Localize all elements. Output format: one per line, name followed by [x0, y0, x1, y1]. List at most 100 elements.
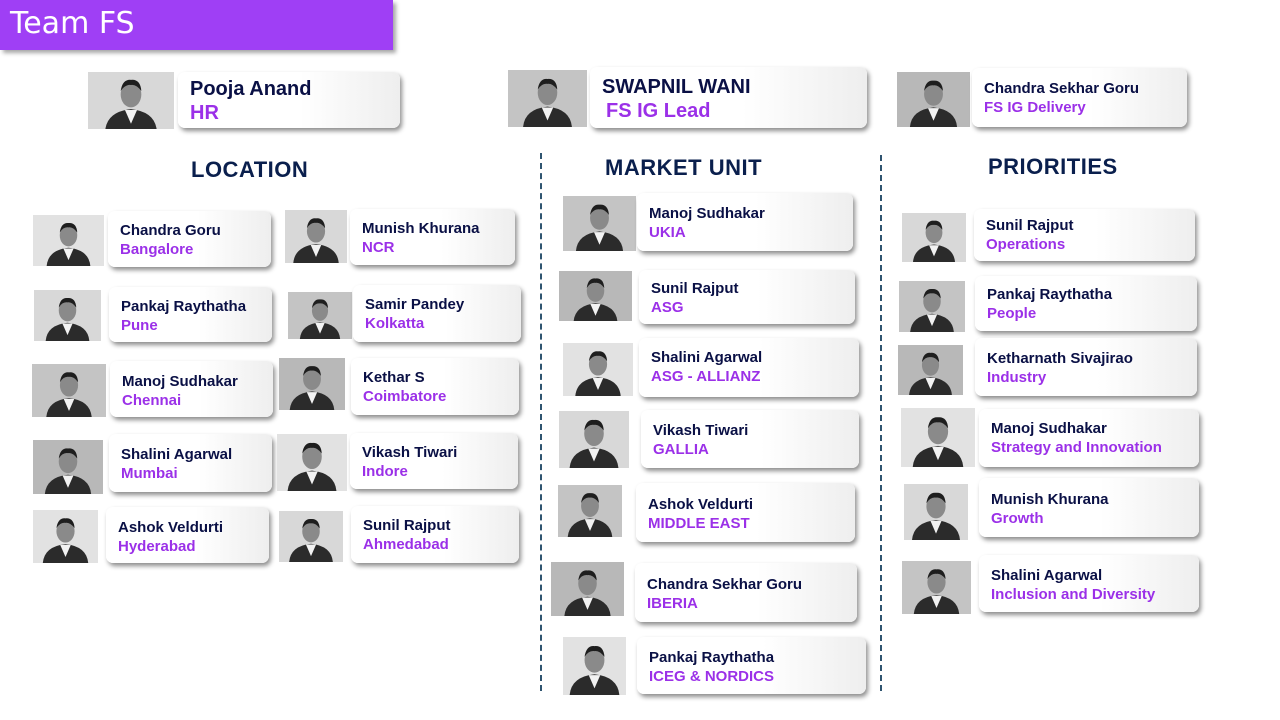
person-name: Manoj Sudhakar — [122, 373, 238, 390]
person-location: Kolkatta — [365, 315, 425, 332]
person-name: Manoj Sudhakar — [991, 420, 1107, 437]
person-priority: People — [987, 305, 1037, 322]
priority-card: Shalini Agarwal Inclusion and Diversity — [979, 555, 1199, 612]
person-location: Bangalore — [120, 241, 194, 258]
market-unit-card: Pankaj Raythatha ICEG & NORDICS — [637, 637, 866, 694]
portrait-silhouette-icon — [563, 196, 636, 251]
title-banner: Team FS — [0, 0, 393, 50]
portrait-silhouette-icon — [88, 72, 174, 129]
portrait-silhouette-icon — [288, 292, 352, 339]
location-card: Pankaj Raythatha Pune — [109, 287, 272, 342]
section-title-priorities: PRIORITIES — [988, 154, 1118, 179]
market-unit-card: Ashok Veldurti MIDDLE EAST — [636, 483, 855, 542]
person-market-unit: ASG — [651, 299, 684, 316]
person-photo — [34, 290, 101, 341]
person-photo — [279, 358, 345, 410]
person-name: Pooja Anand — [190, 78, 312, 100]
column-divider — [540, 153, 542, 691]
location-card: Kethar S Coimbatore — [351, 358, 519, 415]
person-photo-swapnil — [508, 70, 587, 127]
portrait-silhouette-icon — [899, 281, 965, 332]
person-photo — [279, 511, 343, 562]
person-photo — [563, 196, 636, 251]
person-role: FS IG Lead — [606, 100, 711, 122]
person-photo — [33, 440, 103, 494]
priority-card: Manoj Sudhakar Strategy and Innovation — [979, 409, 1199, 467]
person-photo — [32, 364, 106, 417]
person-name: Ketharnath Sivajirao — [987, 350, 1133, 367]
lead-card-fs-ig-lead: SWAPNIL WANI FS IG Lead — [590, 67, 867, 128]
person-location: Indore — [362, 463, 408, 480]
portrait-silhouette-icon — [897, 72, 970, 127]
portrait-silhouette-icon — [34, 290, 101, 341]
person-name: Sunil Rajput — [651, 280, 739, 297]
portrait-silhouette-icon — [33, 440, 103, 494]
person-name: SWAPNIL WANI — [602, 76, 751, 98]
market-unit-card: Vikash Tiwari GALLIA — [641, 410, 859, 468]
section-title-market-unit: MARKET UNIT — [605, 155, 763, 180]
portrait-silhouette-icon — [32, 364, 106, 417]
priority-card: Sunil Rajput Operations — [974, 209, 1195, 261]
person-photo — [559, 271, 632, 321]
portrait-silhouette-icon — [279, 358, 345, 410]
page-title: Team FS — [10, 6, 135, 41]
person-market-unit: ICEG & NORDICS — [649, 668, 775, 685]
market-unit-card: Manoj Sudhakar UKIA — [637, 193, 853, 251]
person-photo — [551, 562, 624, 616]
portrait-silhouette-icon — [898, 345, 963, 395]
location-card: Vikash Tiwari Indore — [350, 433, 518, 489]
person-name: Samir Pandey — [365, 296, 465, 313]
person-location: Pune — [121, 317, 158, 334]
person-market-unit: IBERIA — [647, 595, 698, 612]
portrait-silhouette-icon — [279, 511, 343, 562]
person-photo-pooja — [88, 72, 174, 129]
location-card: Shalini Agarwal Mumbai — [109, 434, 272, 492]
person-role: HR — [190, 102, 219, 124]
portrait-silhouette-icon — [902, 561, 971, 614]
person-photo — [899, 281, 965, 332]
portrait-silhouette-icon — [277, 434, 347, 491]
portrait-silhouette-icon — [558, 485, 622, 537]
person-location: Mumbai — [121, 465, 178, 482]
person-name: Kethar S — [363, 369, 425, 386]
person-photo — [901, 408, 975, 467]
person-location: Coimbatore — [363, 388, 447, 405]
person-photo — [904, 484, 968, 540]
person-market-unit: MIDDLE EAST — [648, 515, 750, 532]
person-photo — [902, 561, 971, 614]
person-photo — [558, 485, 622, 537]
person-priority: Operations — [986, 236, 1066, 253]
portrait-silhouette-icon — [902, 213, 966, 262]
person-name: Munish Khurana — [991, 491, 1109, 508]
person-photo — [559, 411, 629, 468]
person-location: Hyderabad — [118, 538, 196, 555]
portrait-silhouette-icon — [904, 484, 968, 540]
priority-card: Ketharnath Sivajirao Industry — [975, 338, 1197, 396]
market-unit-card: Chandra Sekhar Goru IBERIA — [635, 563, 857, 622]
person-location: Chennai — [122, 392, 182, 409]
person-priority: Growth — [991, 510, 1044, 527]
lead-card-fs-ig-delivery: Chandra Sekhar Goru FS IG Delivery — [972, 68, 1187, 127]
person-name: Pankaj Raythatha — [649, 649, 775, 666]
portrait-silhouette-icon — [33, 510, 98, 563]
person-market-unit: GALLIA — [653, 441, 709, 458]
person-market-unit: UKIA — [649, 224, 686, 241]
market-unit-card: Sunil Rajput ASG — [639, 270, 855, 324]
portrait-silhouette-icon — [563, 637, 626, 695]
location-card: Sunil Rajput Ahmedabad — [351, 506, 519, 563]
column-divider — [880, 155, 882, 691]
person-photo-chandra — [897, 72, 970, 127]
person-name: Manoj Sudhakar — [649, 205, 765, 222]
person-photo — [277, 434, 347, 491]
portrait-silhouette-icon — [559, 411, 629, 468]
portrait-silhouette-icon — [33, 215, 104, 266]
lead-card-hr: Pooja Anand HR — [178, 72, 400, 128]
person-name: Sunil Rajput — [986, 217, 1074, 234]
person-photo — [285, 210, 347, 263]
person-photo — [902, 213, 966, 262]
person-name: Pankaj Raythatha — [121, 298, 247, 315]
location-card: Samir Pandey Kolkatta — [353, 285, 521, 342]
person-name: Shalini Agarwal — [651, 349, 763, 366]
person-name: Ashok Veldurti — [648, 496, 754, 513]
person-name: Shalini Agarwal — [121, 446, 233, 463]
